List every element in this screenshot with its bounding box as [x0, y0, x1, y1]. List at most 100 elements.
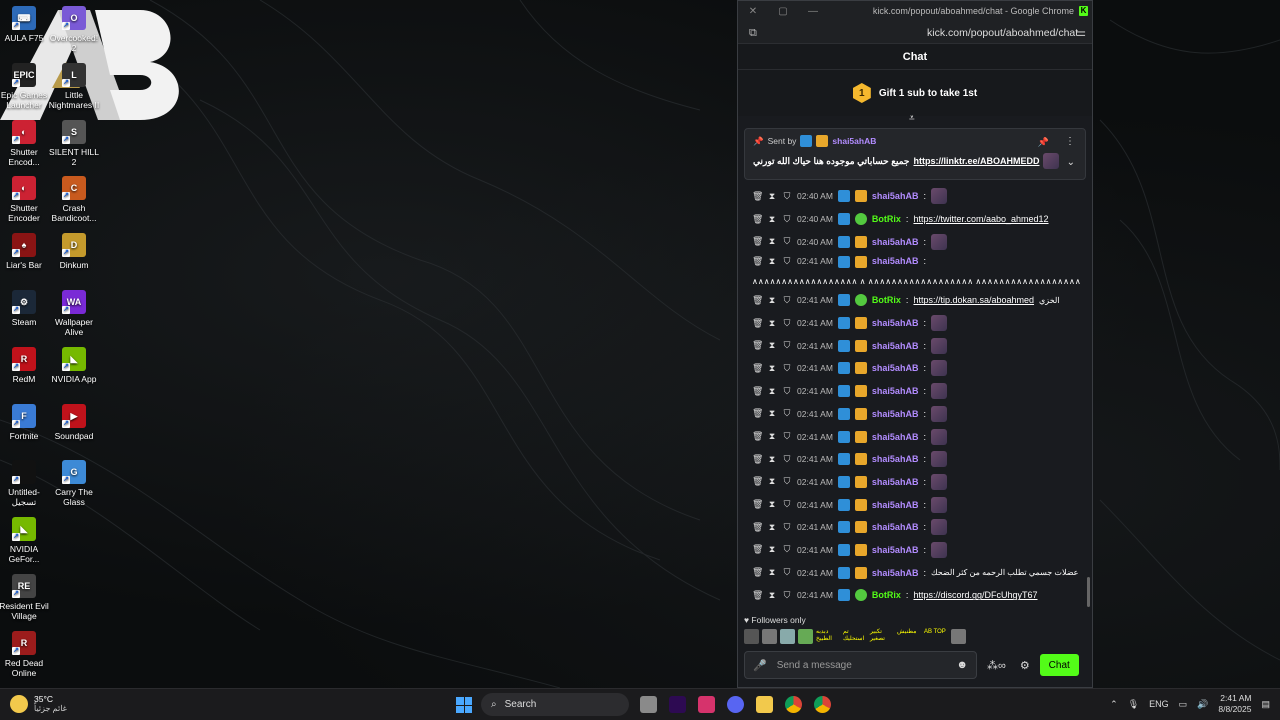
emote-option[interactable]: [762, 629, 777, 644]
discord-icon[interactable]: [727, 696, 744, 713]
desktop-shortcut[interactable]: ↗ Untitled-تسجيل: [0, 460, 50, 507]
delete-icon[interactable]: 🗑: [752, 386, 763, 397]
ban-shield-icon[interactable]: ⛉: [782, 318, 792, 329]
desktop-shortcut[interactable]: R ↗ RedM: [0, 346, 50, 384]
settings-sliders-icon[interactable]: ⚌: [1076, 26, 1086, 39]
site-info-icon[interactable]: ⧉: [749, 27, 757, 40]
ban-shield-icon[interactable]: ⛉: [782, 499, 792, 510]
timeout-icon[interactable]: ⧗: [767, 544, 777, 555]
timeout-icon[interactable]: ⧗: [767, 408, 777, 419]
desktop-shortcut[interactable]: ⚙ ↗ Steam: [0, 290, 50, 327]
delete-icon[interactable]: 🗑: [752, 476, 763, 487]
ban-shield-icon[interactable]: ⛉: [782, 408, 792, 419]
pinned-user[interactable]: shai5ahAB: [832, 136, 876, 146]
desktop-shortcut[interactable]: ◐ ↗ Shutter Encod...: [0, 119, 50, 167]
desktop-shortcut[interactable]: ♠ ↗ Liar's Bar: [0, 233, 50, 270]
ban-shield-icon[interactable]: ⛉: [782, 567, 792, 578]
delete-icon[interactable]: 🗑: [752, 499, 763, 510]
message-username[interactable]: shai5ahAB: [872, 318, 919, 328]
photos-app-icon[interactable]: [698, 696, 715, 713]
delete-icon[interactable]: 🗑: [752, 236, 763, 247]
ban-shield-icon[interactable]: ⛉: [782, 295, 792, 306]
ban-shield-icon[interactable]: ⛉: [782, 191, 792, 202]
emote-option[interactable]: [951, 629, 966, 644]
message-username[interactable]: shai5ahAB: [872, 500, 919, 510]
url-text[interactable]: kick.com/popout/aboahmed/chat: [927, 27, 1078, 39]
more-options-icon[interactable]: ⋮: [1065, 136, 1075, 147]
message-username[interactable]: shai5ahAB: [872, 363, 919, 373]
chrome-icon[interactable]: [785, 696, 802, 713]
desktop-shortcut[interactable]: ⌨ ↗ AULA F75: [0, 6, 50, 43]
ban-shield-icon[interactable]: ⛉: [782, 431, 792, 442]
desktop-shortcut[interactable]: F ↗ Fortnite: [0, 403, 50, 441]
points-infinity-icon[interactable]: ⁂∞: [987, 659, 1006, 672]
file-explorer-icon[interactable]: [756, 696, 773, 713]
desktop-shortcut[interactable]: RE ↗ Resident Evil Village: [0, 574, 50, 621]
ban-shield-icon[interactable]: ⛉: [782, 522, 792, 533]
emote-option[interactable]: [744, 629, 759, 644]
emote-option[interactable]: دبدبه الطبيخ: [816, 629, 840, 644]
network-icon[interactable]: ▭: [1179, 699, 1188, 710]
timeout-icon[interactable]: ⧗: [767, 295, 777, 306]
send-chat-button[interactable]: Chat: [1039, 654, 1079, 676]
emoji-picker-icon[interactable]: ☻: [956, 659, 968, 671]
delete-icon[interactable]: 🗑: [752, 214, 763, 225]
pinned-link[interactable]: https://linktr.ee/ABOAHMEDD: [913, 156, 1039, 166]
desktop-shortcut[interactable]: D ↗ Dinkum: [48, 233, 100, 270]
ban-shield-icon[interactable]: ⛉: [782, 236, 792, 247]
message-username[interactable]: shai5ahAB: [872, 545, 919, 555]
message-username[interactable]: shai5ahAB: [872, 237, 919, 247]
language-indicator[interactable]: ENG: [1149, 699, 1169, 709]
message-link[interactable]: https://discord.gg/DFcUhgyT67: [913, 590, 1037, 600]
start-button[interactable]: [456, 697, 472, 713]
timeout-icon[interactable]: ⧗: [767, 590, 777, 601]
ban-shield-icon[interactable]: ⛉: [782, 544, 792, 555]
timeout-icon[interactable]: ⧗: [767, 214, 777, 225]
timeout-icon[interactable]: ⧗: [767, 191, 777, 202]
ban-shield-icon[interactable]: ⛉: [782, 476, 792, 487]
chat-scrollbar[interactable]: [1087, 577, 1090, 607]
chevron-up-icon[interactable]: ⌃: [1110, 699, 1118, 710]
message-username[interactable]: BotRix: [872, 295, 901, 305]
emote-option[interactable]: [798, 629, 813, 644]
delete-icon[interactable]: 🗑: [752, 340, 763, 351]
desktop-shortcut[interactable]: S ↗ SILENT HILL 2: [48, 119, 100, 167]
chat-settings-gear-icon[interactable]: ⚙: [1020, 659, 1030, 672]
delete-icon[interactable]: 🗑: [752, 256, 763, 267]
ban-shield-icon[interactable]: ⛉: [782, 590, 792, 601]
task-view-icon[interactable]: [640, 696, 657, 713]
timeout-icon[interactable]: ⧗: [767, 386, 777, 397]
timeout-icon[interactable]: ⧗: [767, 522, 777, 533]
desktop-shortcut[interactable]: EPIC ↗ Epic Games Launcher: [0, 62, 50, 110]
emote-option[interactable]: AB TOP: [924, 629, 948, 644]
delete-icon[interactable]: 🗑: [752, 408, 763, 419]
message-username[interactable]: shai5ahAB: [872, 409, 919, 419]
minimize-window-button[interactable]: —: [798, 6, 828, 17]
ban-shield-icon[interactable]: ⛉: [782, 386, 792, 397]
chrome-active-icon[interactable]: [814, 696, 831, 713]
timeout-icon[interactable]: ⧗: [767, 340, 777, 351]
timeout-icon[interactable]: ⧗: [767, 236, 777, 247]
ban-shield-icon[interactable]: ⛉: [782, 256, 792, 267]
message-username[interactable]: shai5ahAB: [872, 454, 919, 464]
emote-option[interactable]: [780, 629, 795, 644]
timeout-icon[interactable]: ⧗: [767, 256, 777, 267]
timeout-icon[interactable]: ⧗: [767, 454, 777, 465]
weather-widget[interactable]: 35°C غائم جزئياً: [10, 694, 67, 713]
message-username[interactable]: BotRix: [872, 214, 901, 224]
close-window-button[interactable]: ✕: [738, 6, 768, 17]
desktop-shortcut[interactable]: WA ↗ Wallpaper Alive: [48, 290, 100, 337]
timeout-icon[interactable]: ⧗: [767, 499, 777, 510]
delete-icon[interactable]: 🗑: [752, 431, 763, 442]
delete-icon[interactable]: 🗑: [752, 522, 763, 533]
taskbar-search[interactable]: ⌕ Search: [481, 693, 629, 716]
delete-icon[interactable]: 🗑: [752, 295, 763, 306]
delete-icon[interactable]: 🗑: [752, 567, 763, 578]
message-input[interactable]: 🎤 Send a message ☻: [744, 651, 977, 679]
microphone-tray-icon[interactable]: 🎙: [1128, 699, 1139, 710]
desktop-shortcut[interactable]: R ↗ Red Dead Online: [0, 630, 50, 678]
emote-option[interactable]: مطنيش: [897, 629, 921, 644]
unpin-icon[interactable]: 📌: [1038, 137, 1049, 148]
desktop-shortcut[interactable]: O ↗ Overcooked! 2: [48, 6, 100, 53]
ban-shield-icon[interactable]: ⛉: [782, 214, 792, 225]
